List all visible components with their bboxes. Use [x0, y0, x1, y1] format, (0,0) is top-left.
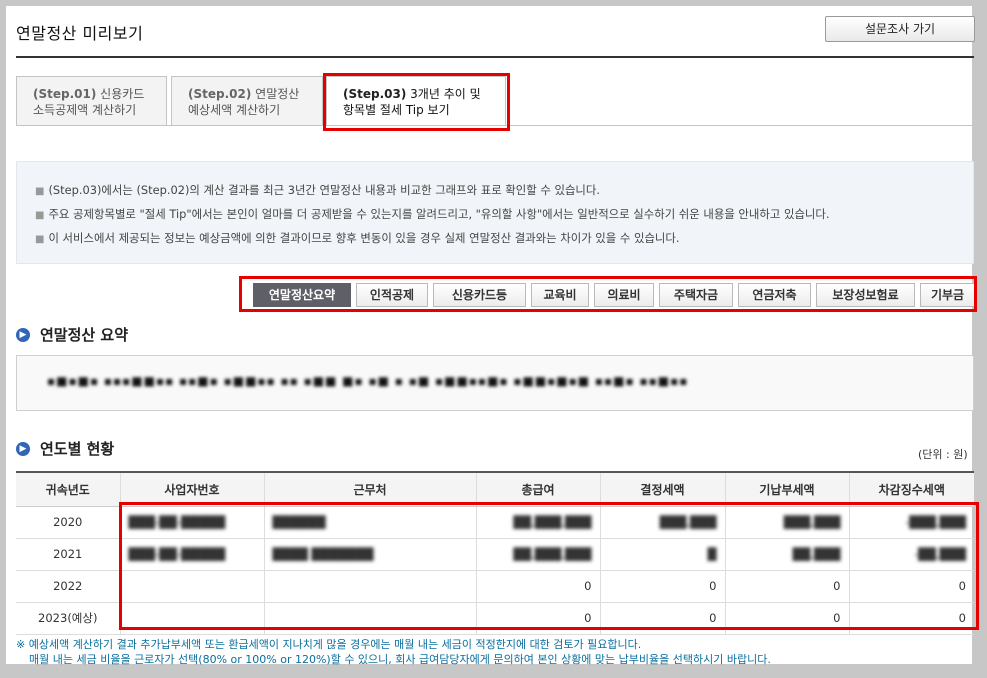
step-title-line1: 3개년 추이 및: [410, 87, 481, 101]
survey-button[interactable]: 설문조사 가기: [825, 16, 975, 42]
cell-net-tax: 0: [848, 602, 974, 635]
subtab-medical[interactable]: 의료비: [594, 283, 654, 307]
cell-company: ████ ███████: [263, 538, 476, 571]
section-title: 연도별 현황: [40, 440, 115, 458]
tabs-divider: [16, 125, 974, 126]
cell-decided-tax: █: [599, 538, 725, 571]
subtab-education[interactable]: 교육비: [531, 283, 589, 307]
column-header: 기납부세액: [724, 471, 849, 507]
step-title-line2: 소득공제액 계산하기: [33, 103, 137, 117]
cell-business-number: ███-██-█████: [119, 506, 264, 539]
column-header: 총급여: [475, 471, 600, 507]
info-text: 주요 공제항목별로 "절세 Tip"에서는 본인이 얼마를 더 공제받을 수 있…: [48, 207, 830, 221]
subtab-pension[interactable]: 연금저축: [738, 283, 811, 307]
subtab-summary[interactable]: 연말정산요약: [253, 283, 351, 307]
section-yearly-heading: ▶ 연도별 현황: [16, 438, 114, 459]
step-number: (Step.03): [343, 87, 407, 101]
cell-decided-tax: 0: [599, 570, 725, 603]
cell-company: [263, 570, 476, 603]
cell-business-number: ███-██-█████: [119, 538, 264, 571]
tab-step-02[interactable]: (Step.02) 연말정산 예상세액 계산하기: [171, 76, 323, 126]
cell-total-pay: ██,███,███: [475, 506, 600, 539]
note-line: ※ 예상세액 계산하기 결과 추가납부세액 또는 환급세액이 지나치게 많을 경…: [16, 638, 642, 651]
info-line: ■ 이 서비스에서 제공되는 정보는 예상금액에 의한 결과이므로 향후 변동이 …: [35, 227, 955, 251]
column-header: 결정세액: [599, 471, 725, 507]
summary-box: ▪■▪■▪ ▪▪▪■■▪▪ ▪▪■▪ ▪■■▪▪ ▪▪ ▪■■ ■▪ ▪■ ▪ …: [16, 355, 974, 411]
column-header: 차감징수세액: [848, 471, 974, 507]
subtab-credit-card[interactable]: 신용카드등: [433, 283, 526, 307]
subtab-donation[interactable]: 기부금: [920, 283, 975, 307]
cell-year: 2023(예상): [16, 602, 120, 635]
table-row: 2020 ███-██-█████ ██████ ██,███,███ ███,…: [16, 506, 974, 539]
step-title-line2: 항목별 절세 Tip 보기: [343, 103, 450, 117]
bullet-icon: ■: [35, 234, 45, 245]
cell-net-tax: -███,███: [848, 506, 974, 539]
info-line: ■ 주요 공제항목별로 "절세 Tip"에서는 본인이 얼마를 더 공제받을 수 …: [35, 203, 955, 227]
arrow-right-circle-icon: ▶: [16, 327, 30, 342]
subtab-housing[interactable]: 주택자금: [659, 283, 733, 307]
column-header: 사업자번호: [119, 471, 264, 507]
cell-net-tax: 0: [848, 570, 974, 603]
step-title-line1: 연말정산: [255, 87, 300, 101]
cell-net-tax: -██,███: [848, 538, 974, 571]
page-frame: 연말정산 미리보기 설문조사 가기 (Step.01) 신용카드 소득공제액 계…: [6, 6, 979, 667]
section-title: 연말정산 요약: [40, 326, 129, 344]
subtab-insurance[interactable]: 보장성보험료: [816, 283, 915, 307]
step-title-line1: 신용카드: [100, 87, 145, 101]
cell-year: 2020: [16, 506, 120, 539]
summary-text: ▪■▪■▪ ▪▪▪■■▪▪ ▪▪■▪ ▪■■▪▪ ▪▪ ▪■■ ■▪ ▪■ ▪ …: [47, 374, 689, 388]
cell-year: 2022: [16, 570, 120, 603]
unit-label: (단위 : 원): [918, 448, 968, 461]
cell-prepaid-tax: 0: [724, 602, 849, 635]
table-row: 2021 ███-██-█████ ████ ███████ ██,███,██…: [16, 538, 974, 571]
step-number: (Step.02): [188, 87, 252, 101]
tab-step-03[interactable]: (Step.03) 3개년 추이 및 항목별 절세 Tip 보기: [326, 76, 506, 126]
title-divider: [16, 56, 974, 58]
tab-step-01[interactable]: (Step.01) 신용카드 소득공제액 계산하기: [16, 76, 167, 126]
note-line: 매월 내는 세금 비율을 근로자가 선택(80% or 100% or 120%…: [29, 653, 771, 666]
column-header: 귀속년도: [16, 471, 120, 507]
cell-prepaid-tax: 0: [724, 570, 849, 603]
cell-business-number: [119, 602, 264, 635]
info-line: ■ (Step.03)에서는 (Step.02)의 계산 결과를 최근 3년간 연…: [35, 179, 955, 203]
cell-company: [263, 602, 476, 635]
cell-total-pay: 0: [475, 602, 600, 635]
cell-prepaid-tax: ██,███: [724, 538, 849, 571]
section-summary-heading: ▶ 연말정산 요약: [16, 324, 128, 345]
page-title: 연말정산 미리보기: [16, 24, 144, 43]
subtab-personal-deduction[interactable]: 인적공제: [356, 283, 428, 307]
cell-company: ██████: [263, 506, 476, 539]
column-header: 근무처: [263, 471, 476, 507]
info-text: (Step.03)에서는 (Step.02)의 계산 결과를 최근 3년간 연말…: [48, 183, 601, 197]
info-text: 이 서비스에서 제공되는 정보는 예상금액에 의한 결과이므로 향후 변동이 있…: [48, 231, 680, 245]
table-row: 2022 0 0 0 0: [16, 570, 974, 603]
info-box: ■ (Step.03)에서는 (Step.02)의 계산 결과를 최근 3년간 연…: [16, 161, 974, 264]
cell-year: 2021: [16, 538, 120, 571]
cell-total-pay: 0: [475, 570, 600, 603]
cell-business-number: [119, 570, 264, 603]
notes: ※ 예상세액 계산하기 결과 추가납부세액 또는 환급세액이 지나치게 많을 경…: [16, 637, 771, 667]
step-title-line2: 예상세액 계산하기: [188, 103, 281, 117]
cell-decided-tax: 0: [599, 602, 725, 635]
step-number: (Step.01): [33, 87, 97, 101]
bullet-icon: ■: [35, 210, 45, 221]
table-row: 2023(예상) 0 0 0 0: [16, 602, 974, 635]
arrow-right-circle-icon: ▶: [16, 441, 30, 456]
yearly-table: 귀속년도 사업자번호 근무처 총급여 결정세액 기납부세액 차감징수세액 202…: [16, 471, 974, 635]
table-header-row: 귀속년도 사업자번호 근무처 총급여 결정세액 기납부세액 차감징수세액: [16, 471, 974, 507]
cell-decided-tax: ███,███: [599, 506, 725, 539]
bullet-icon: ■: [35, 186, 45, 197]
cell-total-pay: ██,███,███: [475, 538, 600, 571]
cell-prepaid-tax: ███,███: [724, 506, 849, 539]
